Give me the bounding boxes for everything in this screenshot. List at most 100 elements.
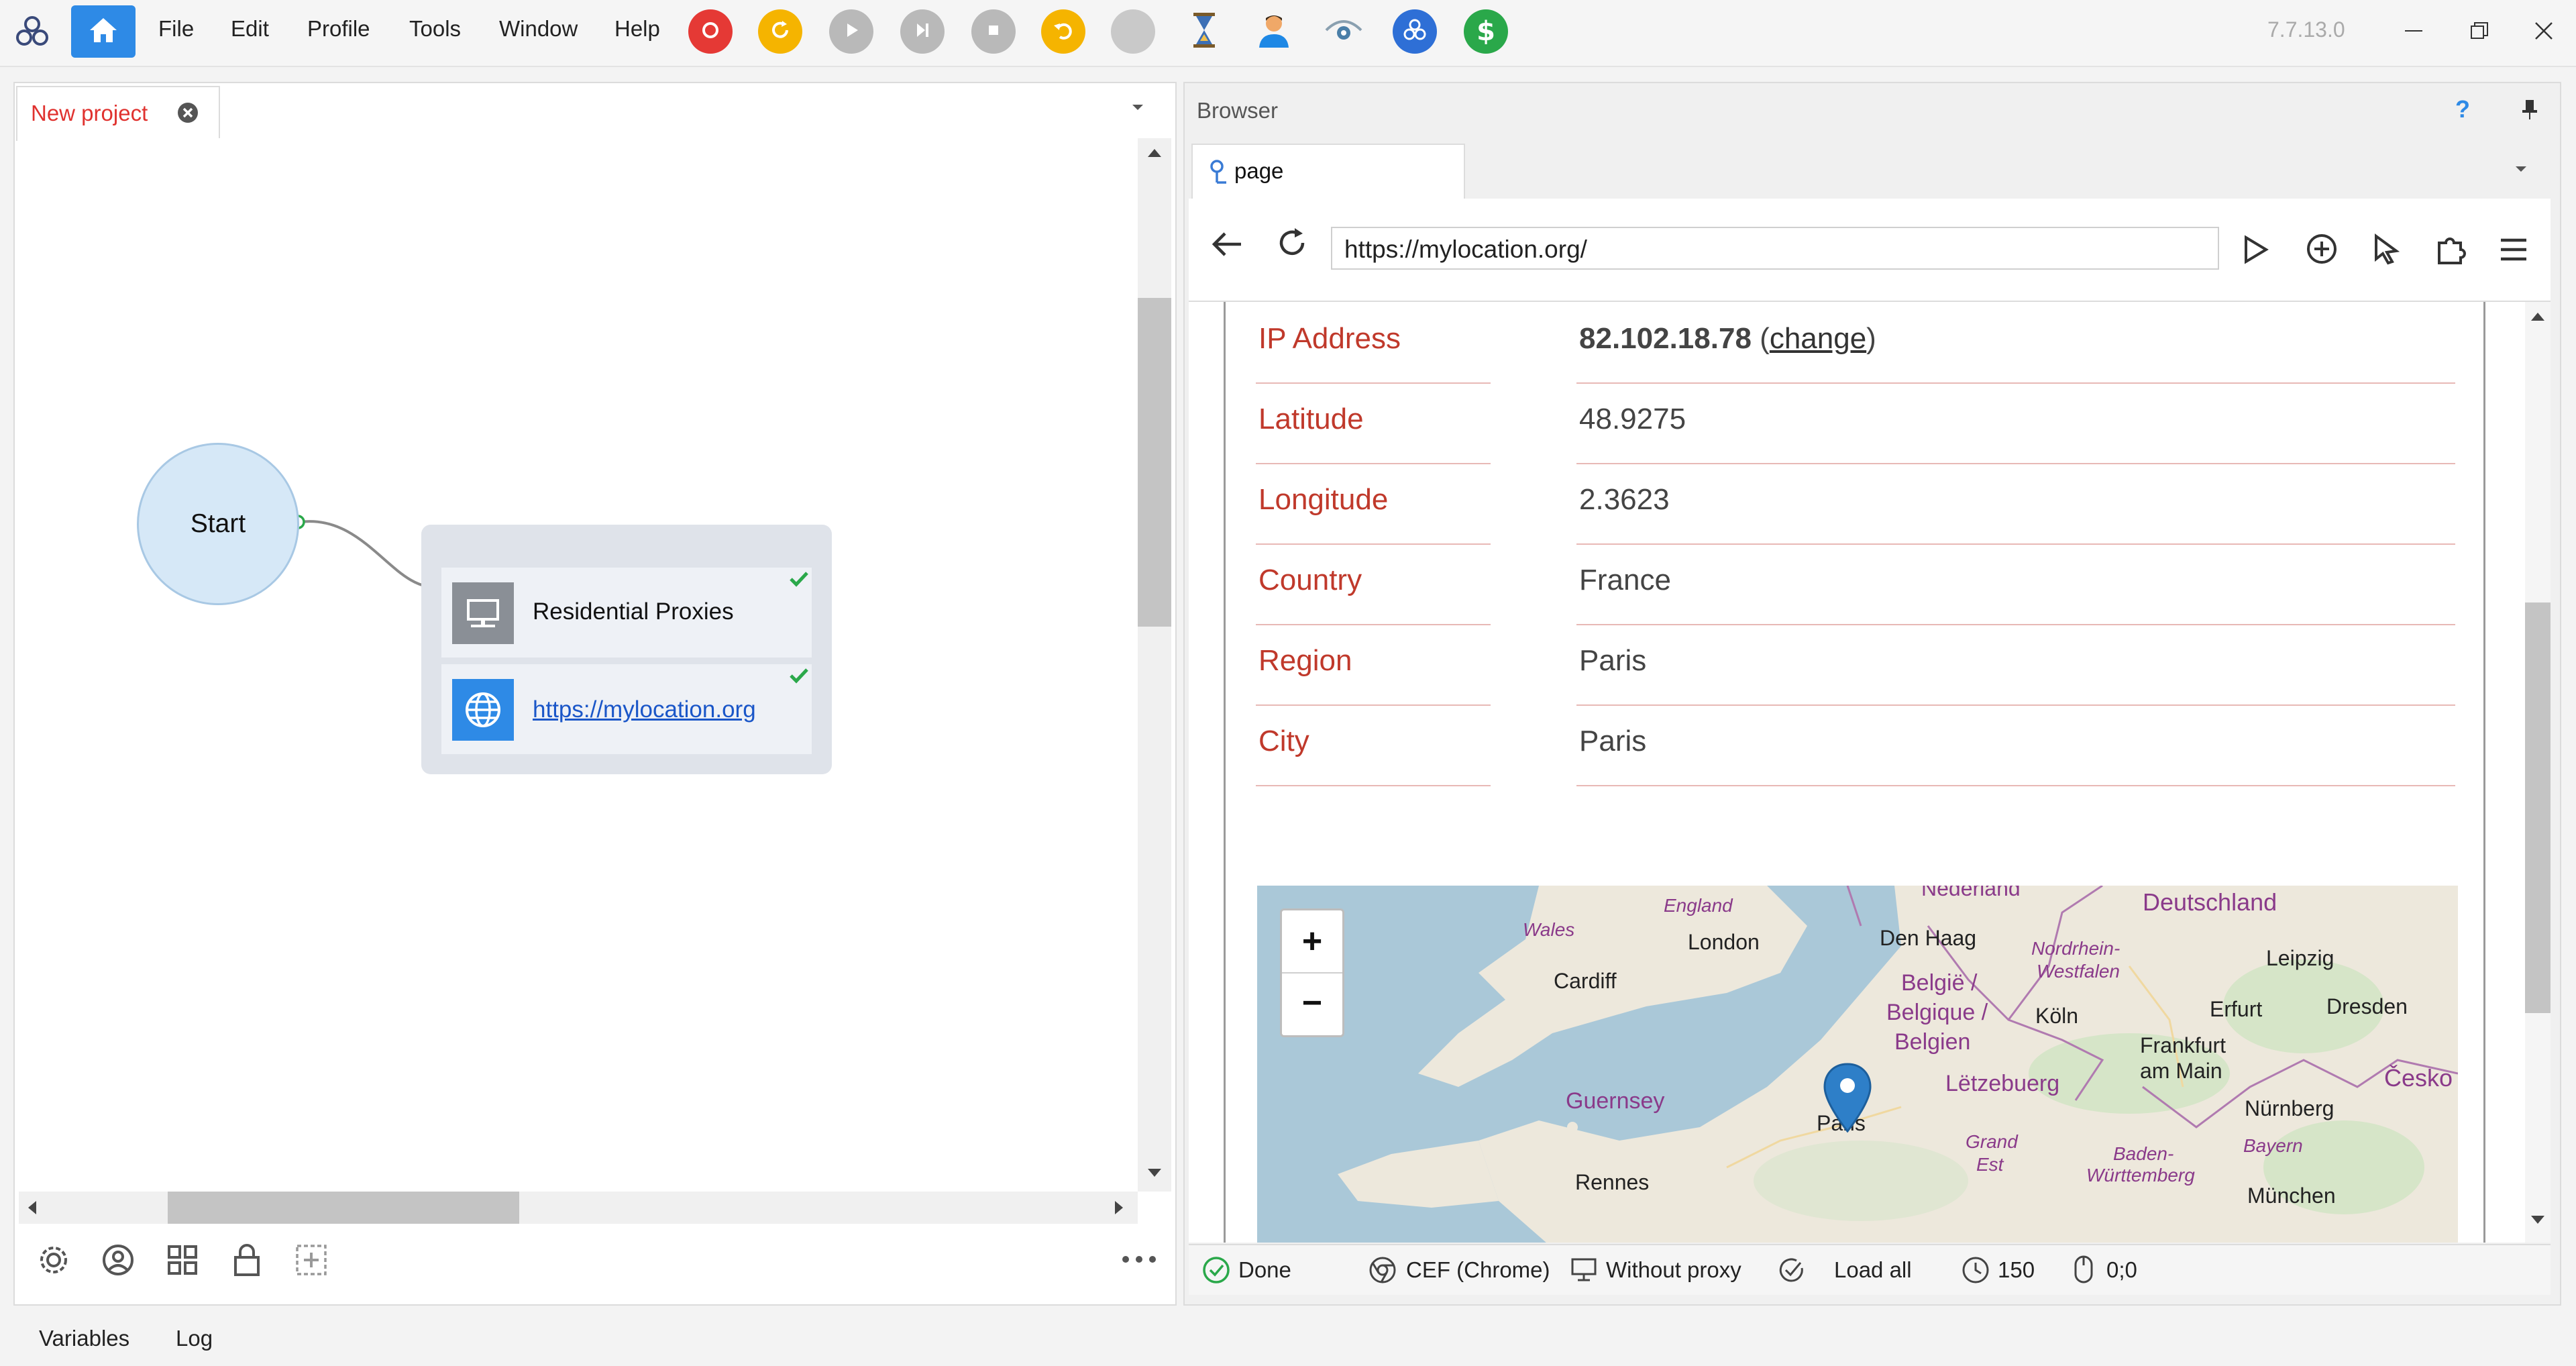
map-label: Est [1976, 1154, 2004, 1175]
home-button[interactable] [71, 5, 136, 58]
record-icon [700, 20, 720, 44]
go-icon[interactable] [2242, 235, 2269, 268]
status-timeout[interactable]: 150 [1998, 1257, 2035, 1283]
add-block-button[interactable] [292, 1243, 330, 1280]
hourglass-icon [1191, 11, 1218, 52]
close-tab-icon[interactable] [176, 101, 200, 128]
ip-change-link[interactable]: change [1770, 322, 1866, 355]
location-map[interactable]: Nederland Deutschland England Wales Lond… [1257, 886, 2458, 1243]
menu-profile[interactable]: Profile [307, 16, 370, 42]
menu-window[interactable]: Window [499, 16, 578, 42]
menu-file[interactable]: File [158, 16, 194, 42]
menu-help[interactable]: Help [614, 16, 660, 42]
hamburger-menu-icon[interactable] [2498, 236, 2529, 266]
undo-icon [1052, 19, 1075, 45]
action-block-navigate[interactable]: https://mylocation.org [441, 664, 812, 754]
row-divider [1576, 624, 2455, 625]
pin-icon[interactable] [2521, 98, 2538, 124]
status-done: Done [1238, 1257, 1291, 1282]
minimize-button[interactable] [2394, 12, 2434, 52]
tab-log[interactable]: Log [176, 1326, 213, 1351]
lock-button[interactable] [228, 1243, 266, 1280]
scroll-up-icon[interactable] [2530, 311, 2546, 325]
cursor-icon[interactable] [2372, 233, 2402, 269]
ip-paren-open: ( [1760, 322, 1770, 355]
visibility-button[interactable] [1322, 9, 1366, 54]
row-divider [1576, 543, 2455, 545]
scroll-down-icon[interactable] [1146, 1167, 1163, 1181]
record-button[interactable] [688, 9, 733, 54]
browser-tab-page[interactable]: page [1191, 144, 1465, 199]
help-icon[interactable]: ? [2455, 95, 2470, 123]
row-divider [1576, 704, 2455, 706]
ip-address-value: 82.102.18.78 [1579, 322, 1752, 355]
status-proxy[interactable]: Without proxy [1606, 1257, 1741, 1283]
hourglass-button[interactable] [1182, 9, 1226, 54]
scroll-left-icon[interactable] [27, 1200, 38, 1219]
stop-button[interactable] [971, 9, 1016, 54]
action-group-node[interactable]: Residential Proxies https://mylocation.o… [421, 525, 832, 774]
map-label: Lëtzebuerg [1945, 1071, 2060, 1096]
restore-button[interactable] [2459, 12, 2500, 52]
stop-icon [984, 21, 1003, 43]
start-node[interactable]: Start [137, 443, 299, 605]
zoom-in-button[interactable]: + [1282, 910, 1342, 974]
extensions-icon[interactable] [2434, 232, 2467, 269]
tab-new-project[interactable]: New project [16, 86, 220, 141]
status-engine[interactable]: CEF (Chrome) [1406, 1257, 1550, 1283]
zoom-out-button[interactable]: − [1282, 972, 1342, 1034]
vertical-scroll-thumb[interactable] [1138, 298, 1171, 627]
reload-icon[interactable] [1275, 225, 1309, 264]
grid-view-button[interactable] [164, 1243, 201, 1280]
step-button[interactable] [900, 9, 945, 54]
menu-edit[interactable]: Edit [231, 16, 269, 42]
country-label: Country [1258, 564, 1362, 596]
more-options-icon[interactable] [1122, 1255, 1157, 1267]
scroll-up-icon[interactable] [1146, 148, 1163, 162]
scroll-down-icon[interactable] [2530, 1214, 2546, 1228]
scroll-right-icon[interactable] [1114, 1200, 1124, 1219]
undo-button[interactable] [1041, 9, 1085, 54]
map-label: Cardiff [1554, 969, 1617, 993]
latitude-label: Latitude [1258, 403, 1364, 435]
region-value: Paris [1579, 644, 1647, 677]
play-button[interactable] [829, 9, 873, 54]
profile-button[interactable] [1252, 9, 1296, 54]
action-url-link[interactable]: https://mylocation.org [533, 696, 756, 723]
ip-paren-close: ) [1866, 322, 1876, 355]
browser-vertical-scrollbar[interactable] [2525, 302, 2551, 1243]
project-maker-button[interactable] [1393, 9, 1437, 54]
settings-button[interactable] [35, 1243, 72, 1280]
back-icon[interactable] [1210, 229, 1244, 262]
latitude-value: 48.9275 [1579, 403, 1686, 435]
project-canvas[interactable]: Start Residential Proxies https://myloca… [19, 138, 1138, 1192]
user-icon [1255, 11, 1293, 52]
close-window-button[interactable] [2524, 12, 2564, 52]
horizontal-scroll-thumb[interactable] [168, 1192, 519, 1224]
status-load[interactable]: Load all [1834, 1257, 1912, 1283]
map-label: Belgique / [1886, 1000, 1988, 1025]
disabled-action-button[interactable] [1111, 9, 1155, 54]
horizontal-scrollbar[interactable] [19, 1192, 1138, 1224]
add-element-icon[interactable] [2305, 232, 2339, 269]
map-label: Erfurt [2210, 997, 2263, 1021]
account-button[interactable] [99, 1243, 137, 1280]
restore-icon [2469, 21, 2489, 44]
action-block-proxies[interactable]: Residential Proxies [441, 568, 812, 658]
home-icon [89, 17, 118, 47]
map-label: Guernsey [1566, 1088, 1665, 1114]
browser-scroll-thumb[interactable] [2525, 602, 2551, 1013]
row-divider [1256, 785, 1491, 786]
tab-dropdown-icon[interactable] [1130, 102, 1146, 116]
address-bar-input[interactable]: https://mylocation.org/ [1331, 227, 2219, 270]
billing-button[interactable]: $ [1464, 9, 1508, 54]
menu-tools[interactable]: Tools [409, 16, 461, 42]
web-page-viewport[interactable]: IP Address 82.102.18.78 (change) Latitud… [1189, 302, 2525, 1243]
tab-variables[interactable]: Variables [39, 1326, 129, 1351]
country-value: France [1579, 564, 1671, 596]
timeout-clock-icon [1962, 1256, 1990, 1288]
map-label: Bayern [2243, 1135, 2303, 1156]
browser-tabs-dropdown-icon[interactable] [2513, 164, 2529, 178]
vertical-scrollbar[interactable] [1138, 138, 1171, 1192]
refresh-button[interactable] [758, 9, 802, 54]
